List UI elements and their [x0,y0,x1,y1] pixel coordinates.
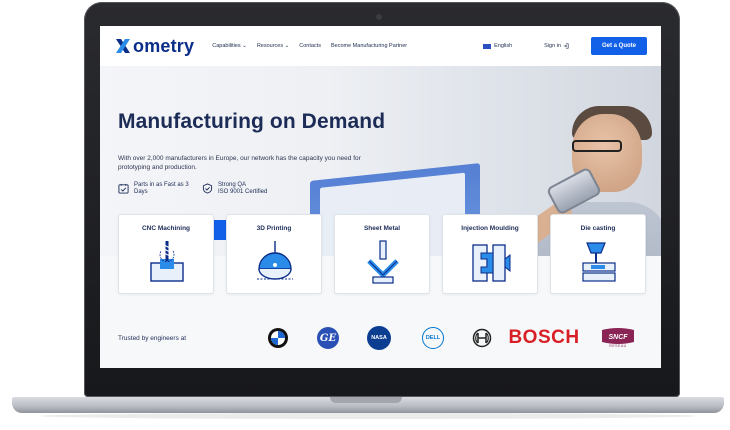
feature-line: Strong QA [218,182,247,188]
feature-quality: Strong QA ISO 9001 Certified [202,182,267,196]
card-title: 3D Printing [256,225,292,232]
logo-x-icon [114,37,132,55]
camera [376,14,382,20]
3d-printing-icon [257,241,293,280]
ge-logo: GE [316,326,340,350]
sign-in-label: Sign in [544,43,561,49]
nav-resources[interactable]: Resources ⌄ [257,43,289,49]
bmw-logo-icon [268,328,288,348]
bmw-logo [266,326,290,350]
nav-capabilities[interactable]: Capabilities ⌄ [212,43,247,49]
get-quote-button[interactable]: Get a Quote [590,37,647,55]
ge-logo-icon: GE [317,327,339,349]
logo-text: ometry [133,35,195,56]
sheet-metal-icon [367,240,399,284]
nasa-logo: NASA [366,326,392,350]
svg-text:SNCF: SNCF [608,334,628,341]
card-title: Die casting [580,225,616,232]
laptop-notch [330,397,402,403]
feature-line: ISO 9001 Certified [218,189,268,195]
sncf-logo: SNCF RÉSEAU [600,326,636,350]
shield-check-icon [202,183,213,194]
card-title: CNC Machining [141,225,191,232]
bosch-logo-text: BOSCH [508,327,580,348]
die-casting-icon [582,242,616,282]
bosch-armature-icon [470,326,494,350]
cnc-machining-icon [150,241,184,282]
sncf-logo-icon: SNCF [602,328,634,344]
feature-line: Days [134,189,148,195]
capability-card-sheet-metal[interactable]: Sheet Metal [334,214,430,294]
language-label: English [494,43,513,49]
nasa-logo-icon: NASA [367,326,391,350]
capability-card-3d-printing[interactable]: 3D Printing [226,214,322,294]
trusted-label: Trusted by engineers at [118,335,187,342]
injection-moulding-icon [472,244,511,282]
laptop-shadow [40,413,696,419]
feature-fast-delivery: Parts in as Fast as 3 Days [118,182,189,196]
calendar-check-icon [118,183,129,194]
hero-subtitle: With over 2,000 manufacturers in Europe,… [118,155,361,171]
page-title: Manufacturing on Demand [118,110,386,133]
xometry-logo[interactable]: ometry [114,36,194,57]
main-nav: Capabilities ⌄ Resources ⌄ Contacts Beco… [212,43,407,49]
sign-in-icon [563,43,569,49]
card-title: Injection Moulding [461,225,519,232]
bosch-logo: BOSCH [504,326,584,350]
nav-contacts[interactable]: Contacts [299,43,321,49]
screen: Manufacturing on Demand With over 2,000 … [100,26,661,368]
capability-card-injection-moulding[interactable]: Injection Moulding [442,214,538,294]
dell-logo-icon: DELL [422,327,444,349]
flag-icon [483,43,492,49]
capability-card-die-casting[interactable]: Die casting [550,214,646,294]
top-nav: ometry Capabilities ⌄ Resources ⌄ Contac… [100,26,661,66]
nav-become-partner[interactable]: Become Manufacturing Partner [331,43,407,49]
sncf-subtitle: RÉSEAU [609,344,627,348]
dell-logo: DELL [420,326,446,350]
language-selector[interactable]: English [483,43,512,49]
glasses [572,140,622,152]
capability-card-cnc[interactable]: CNC Machining [118,214,214,294]
feature-line: Parts in as Fast as 3 [134,182,189,188]
sign-in-link[interactable]: Sign in [544,43,569,49]
card-title: Sheet Metal [363,225,401,232]
